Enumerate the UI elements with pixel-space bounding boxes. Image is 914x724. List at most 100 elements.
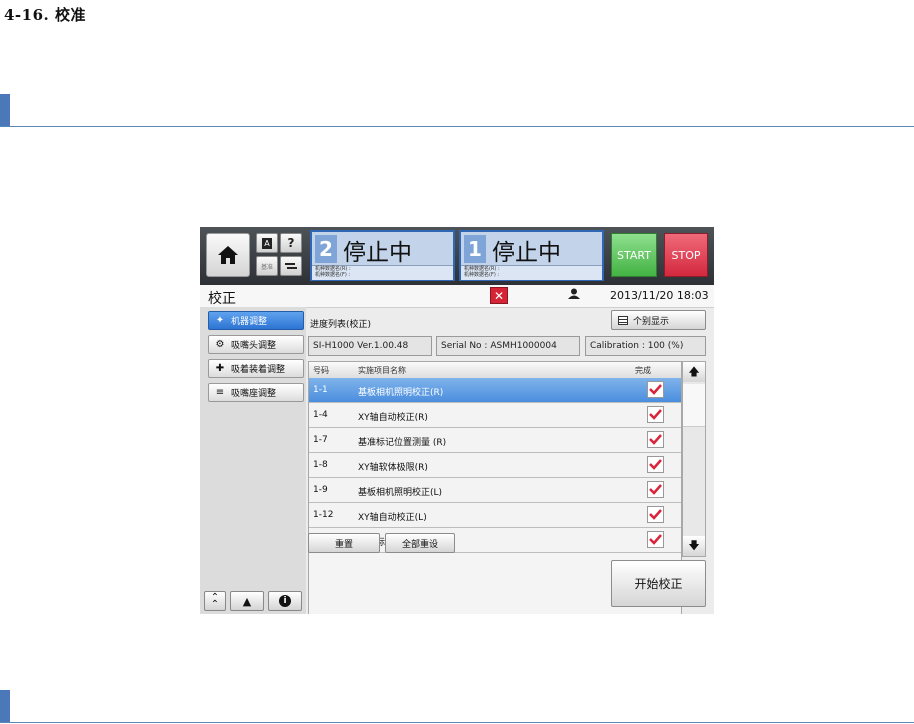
list-view-icon	[618, 315, 628, 325]
row-item-name: XY轴自动校正(R)	[358, 413, 428, 423]
completed-checkbox[interactable]	[647, 381, 664, 398]
home-button[interactable]	[206, 233, 250, 277]
row-number: 1-8	[313, 460, 328, 470]
completed-checkbox[interactable]	[647, 481, 664, 498]
row-number: 1-12	[313, 510, 334, 520]
lane-data-front: 机种数据名(F) :	[464, 272, 500, 278]
version-info: SI-H1000 Ver.1.00.48	[308, 336, 432, 356]
completed-checkbox[interactable]	[647, 406, 664, 423]
completed-checkbox[interactable]	[647, 431, 664, 448]
keyboard-a-icon: A	[262, 237, 272, 249]
serial-info: Serial No : ASMH1000004	[436, 336, 580, 356]
table-row[interactable]: 1-8 XY轴软体极限(R)	[309, 453, 681, 478]
individual-display-label: 个别显示	[633, 316, 670, 327]
arrow-down-icon: 🡇	[688, 538, 700, 552]
mode-icon: 基准	[260, 263, 273, 271]
reset-button[interactable]: 重置	[308, 533, 380, 553]
keyboard-button[interactable]: A	[256, 233, 278, 253]
section-divider	[0, 94, 914, 127]
lane-number: 1	[464, 235, 486, 263]
check-icon	[649, 409, 662, 420]
row-item-name: XY轴自动校正(L)	[358, 513, 427, 523]
scroll-up-button[interactable]: 🡅	[683, 362, 705, 382]
lane-data-front: 机种数据名(F) :	[315, 272, 351, 278]
nozzle-button[interactable]	[280, 256, 302, 276]
row-item-name: 基板相机照明校正(L)	[358, 488, 443, 498]
scroll-thumb[interactable]	[683, 384, 705, 427]
lane-state: 停止中	[343, 240, 412, 266]
close-button[interactable]: ✕	[490, 287, 508, 304]
check-icon	[649, 484, 662, 495]
home-icon	[218, 246, 238, 264]
row-item-name: 基准标记位置测量 (R)	[358, 438, 447, 448]
row-number: 1-1	[313, 385, 328, 395]
row-item-name: XY轴软体极限(R)	[358, 463, 428, 473]
check-icon	[649, 384, 662, 395]
sidebar-item-label: 吸嘴座调整	[231, 389, 277, 399]
start-button[interactable]: START	[611, 233, 657, 277]
info-icon: i	[279, 595, 291, 607]
title-bar: 校正 ✕ 2013/11/20 18:03	[200, 285, 714, 308]
column-header-done: 完成	[635, 366, 651, 375]
check-icon	[649, 459, 662, 470]
individual-display-button[interactable]: 个别显示	[611, 310, 706, 330]
double-chevron-up-icon: ⌃ ⌃	[210, 592, 220, 610]
lane-state: 停止中	[492, 240, 561, 266]
sidebar-item-head-adjust[interactable]: ⚙ 吸嘴头调整	[208, 335, 304, 354]
scroll-down-button[interactable]: 🡇	[683, 536, 705, 556]
collapse-button[interactable]: ⌃ ⌃	[204, 591, 226, 611]
progress-list-label: 进度列表(校正)	[310, 320, 372, 330]
nozzle-station-icon: ≡	[215, 387, 225, 398]
datetime: 2013/11/20 18:03	[610, 289, 709, 302]
calibration-info: Calibration : 100 (%)	[585, 336, 706, 356]
row-item-name: 基板相机照明校正(R)	[358, 388, 444, 398]
completed-checkbox[interactable]	[647, 456, 664, 473]
mode-button[interactable]: 基准	[256, 256, 278, 276]
row-number: 1-9	[313, 485, 328, 495]
column-header-no: 号码	[313, 366, 329, 375]
warning-button[interactable]: ▲	[230, 591, 264, 611]
table-row[interactable]: 1-4 XY轴自动校正(R)	[309, 403, 681, 428]
start-calibration-button[interactable]: 开始校正	[611, 560, 706, 607]
info-button[interactable]: i	[268, 591, 302, 611]
arrow-up-icon: 🡅	[688, 364, 700, 378]
table-scrollbar[interactable]: 🡅 🡇	[682, 361, 706, 557]
sidebar-item-machine-adjust[interactable]: ✦ 机器调整	[208, 311, 304, 330]
table-row[interactable]: 1-7 基准标记位置测量 (R)	[309, 428, 681, 453]
main-panel: 进度列表(校正) 个别显示 SI-H1000 Ver.1.00.48 Seria…	[306, 307, 714, 614]
table-row[interactable]: 1-12 XY轴自动校正(L)	[309, 503, 681, 528]
completed-checkbox[interactable]	[647, 506, 664, 523]
check-icon	[649, 434, 662, 445]
table-row[interactable]: 1-9 基板相机照明校正(L)	[309, 478, 681, 503]
help-button[interactable]: ?	[280, 233, 302, 253]
lane-2-status[interactable]: 2 停止中 机种数据名(R) : 机种数据名(F) :	[310, 230, 455, 281]
table-row[interactable]: 1-1 基板相机照明校正(R)	[309, 378, 681, 403]
table-header: 号码 实施项目名称 完成	[309, 362, 681, 379]
machine-screen: A ? 基准 2 停止中 机种数据名(R) : 机种数据名(F) : 1 停止中…	[200, 227, 714, 614]
check-icon	[649, 509, 662, 520]
completed-checkbox[interactable]	[647, 531, 664, 548]
sidebar-item-label: 吸嘴头调整	[231, 341, 277, 351]
pickup-adjust-icon: ✚	[215, 363, 225, 374]
sidebar-item-pickup-adjust[interactable]: ✚ 吸着装着调整	[208, 359, 304, 378]
column-header-name: 实施项目名称	[358, 366, 406, 375]
warning-icon: ▲	[242, 594, 252, 608]
lane-1-status[interactable]: 1 停止中 机种数据名(R) : 机种数据名(F) :	[459, 230, 604, 281]
row-number: 1-7	[313, 435, 328, 445]
close-icon: ✕	[493, 288, 505, 303]
sidebar-item-nozzle-station[interactable]: ≡ 吸嘴座调整	[208, 383, 304, 402]
stop-button[interactable]: STOP	[664, 233, 708, 277]
user-icon[interactable]	[568, 288, 580, 302]
lane-number: 2	[315, 235, 337, 263]
section-divider	[0, 690, 914, 723]
head-adjust-icon: ⚙	[215, 339, 225, 350]
check-icon	[649, 534, 662, 545]
sidebar-item-label: 吸着装着调整	[231, 365, 286, 375]
doc-heading: 4-16. 校准	[4, 6, 86, 24]
nozzle-icon	[285, 263, 297, 269]
reset-all-button[interactable]: 全部重设	[385, 533, 455, 553]
sidebar-item-label: 机器调整	[231, 317, 268, 327]
top-bar: A ? 基准 2 停止中 机种数据名(R) : 机种数据名(F) : 1 停止中…	[200, 227, 714, 285]
page-title: 校正	[208, 291, 236, 307]
sidebar: ✦ 机器调整 ⚙ 吸嘴头调整 ✚ 吸着装着调整 ≡ 吸嘴座调整	[200, 307, 306, 614]
